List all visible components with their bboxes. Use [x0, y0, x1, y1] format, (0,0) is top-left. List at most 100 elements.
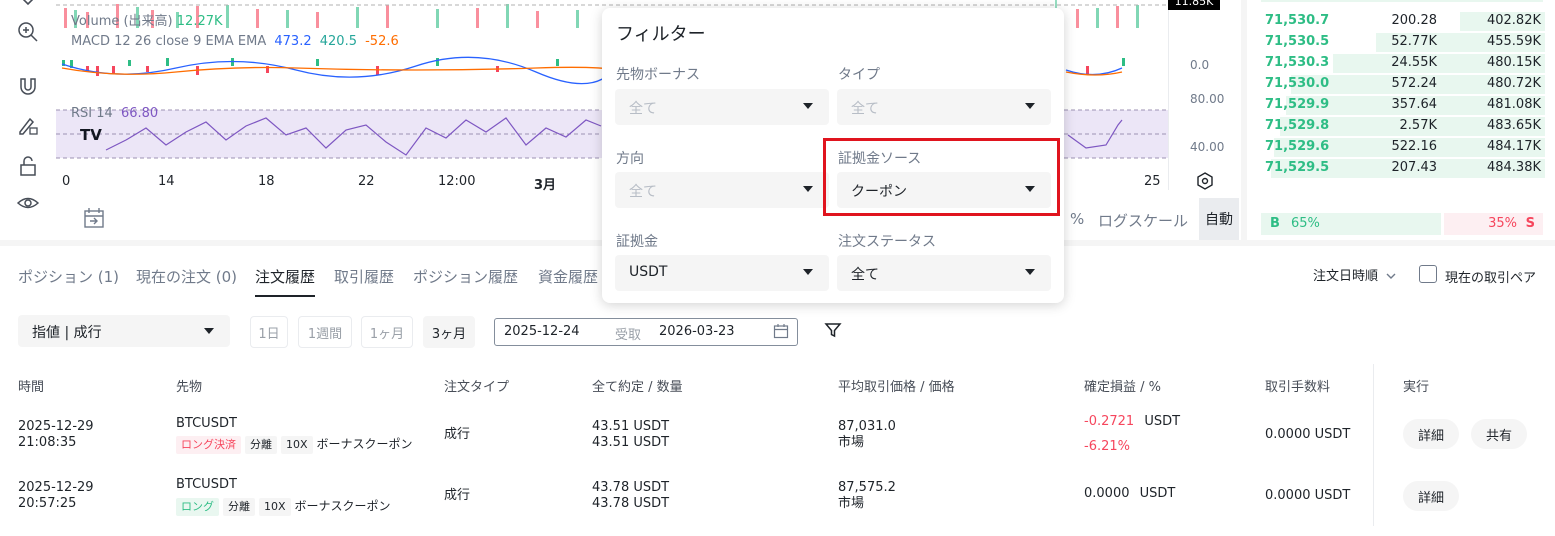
orderbook-row[interactable]: 71,529.8 2.57K 483.65K: [1261, 116, 1555, 137]
goto-date-icon[interactable]: [82, 206, 106, 234]
order-status-select[interactable]: 全て: [837, 255, 1051, 291]
type-label: タイプ: [838, 67, 880, 83]
x-tick: 25: [1144, 174, 1161, 189]
volume-value: 12.27K: [176, 14, 223, 29]
row-price: 市場: [838, 496, 865, 511]
tab-funds-history[interactable]: 資金履歴: [538, 266, 598, 287]
row-pnl: -0.2721: [1084, 414, 1135, 429]
unlock-icon[interactable]: [14, 152, 42, 180]
chevron-down-icon: [1386, 269, 1396, 284]
orderbook-price: 71,530.0: [1265, 76, 1330, 91]
settings-icon[interactable]: [1196, 172, 1214, 194]
buy-pct: 65%: [1291, 216, 1320, 231]
direction-label: 方向: [616, 151, 644, 167]
tab-open-orders[interactable]: 現在の注文 (0): [136, 266, 237, 287]
margin-value: USDT: [629, 264, 668, 280]
share-button[interactable]: 共有: [1471, 419, 1527, 449]
col-header-avg-price: 平均取引価格 / 価格: [838, 380, 955, 395]
caret-down-icon: [1025, 269, 1035, 275]
orderbook-price: 71,529.6: [1265, 139, 1330, 154]
row-avg-price: 87,031.0: [838, 419, 896, 434]
rsi-label: RSI 14 66.80: [71, 106, 158, 121]
detail-button[interactable]: 詳細: [1403, 419, 1459, 449]
buy-ratio-fill: [1261, 213, 1441, 235]
action-column-divider: [1373, 364, 1374, 526]
direction-select[interactable]: 全て: [615, 172, 829, 208]
row-time: 21:08:35: [18, 435, 77, 450]
date-range-picker[interactable]: 2025-12-24 受取 2026-03-23: [494, 318, 798, 346]
log-scale-button[interactable]: ログスケール: [1098, 210, 1188, 231]
chevron-down-icon[interactable]: [14, 0, 42, 16]
tab-positions[interactable]: ポジション (1): [18, 266, 119, 287]
volume-label: Volume (出来高) 12.27K: [71, 10, 223, 29]
row-qty: 43.51 USDT: [592, 435, 670, 450]
orderbook-row[interactable]: 71,529.9 357.64 481.08K: [1261, 95, 1555, 116]
current-pair-checkbox[interactable]: [1419, 265, 1437, 283]
orderbook-amount: 357.64: [1391, 97, 1438, 112]
range-1d-button[interactable]: 1日: [250, 316, 288, 348]
tab-trade-history[interactable]: 取引履歴: [334, 266, 394, 287]
type-select[interactable]: 全て: [837, 89, 1051, 125]
orderbook-row[interactable]: 71,530.0 572.24 480.72K: [1261, 74, 1555, 95]
tab-order-history[interactable]: 注文履歴: [255, 266, 316, 297]
orderbook-row[interactable]: 71,530.7 200.28 402.82K: [1261, 11, 1555, 32]
orderbook-price: 71,529.5: [1265, 160, 1330, 175]
date-from[interactable]: 2025-12-24: [504, 324, 580, 339]
row-pnl-unit: USDT: [1144, 414, 1181, 429]
orderbook-row[interactable]: 71,529.6 522.16 484.17K: [1261, 137, 1555, 158]
futures-bonus-select[interactable]: 全て: [615, 89, 829, 125]
col-header-fee: 取引手数料: [1265, 380, 1331, 395]
detail-button[interactable]: 詳細: [1403, 481, 1459, 511]
y-axis-label: 40.00: [1190, 140, 1225, 154]
filter-icon[interactable]: [824, 321, 842, 343]
order-type-value: 指値 | 成行: [32, 325, 102, 341]
range-1w-button[interactable]: 1週間: [298, 316, 352, 348]
orderbook-amount: 200.28: [1391, 13, 1438, 28]
zoom-in-icon[interactable]: [14, 18, 42, 46]
orderbook-amount: 522.16: [1391, 139, 1438, 154]
range-1m-button[interactable]: 1ヶ月: [361, 316, 413, 348]
orderbook: 71,530.7 200.28 402.82K 71,530.5 52.77K 455.5…: [1247, 0, 1555, 240]
rsi-value: 66.80: [120, 106, 159, 121]
direction-value: 全て: [629, 184, 657, 200]
row-fee: 0.0000 USDT: [1265, 427, 1351, 442]
row-qty: 43.78 USDT: [592, 496, 670, 511]
row-symbol[interactable]: BTCUSDT: [176, 477, 237, 493]
row-tags: ロング 分離 10X ボーナスクーポン: [176, 498, 391, 516]
range-3m-button[interactable]: 3ヶ月: [423, 316, 475, 348]
row-tags: ロング決済 分離 10X ボーナスクーポン: [176, 436, 413, 454]
pencil-lock-icon[interactable]: [14, 112, 42, 140]
row-avg-price: 87,575.2: [838, 480, 896, 495]
eye-icon[interactable]: [14, 190, 42, 218]
volume-marker: 11.85K: [1168, 0, 1220, 10]
macd-value-3: -52.6: [365, 34, 399, 49]
row-fee: 0.0000 USDT: [1265, 488, 1351, 503]
caret-down-icon: [803, 186, 813, 192]
orderbook-price: 71,530.7: [1265, 13, 1330, 28]
orderbook-total: 480.72K: [1486, 76, 1541, 91]
margin-select[interactable]: USDT: [615, 255, 829, 291]
row-time: 20:57:25: [18, 496, 77, 511]
orderbook-total: 484.17K: [1486, 139, 1541, 154]
magnet-icon[interactable]: [14, 72, 42, 100]
buy-label: B: [1270, 216, 1280, 231]
x-tick: 0: [62, 174, 71, 189]
row-filled: 43.51 USDT: [592, 419, 670, 434]
row-symbol[interactable]: BTCUSDT: [176, 416, 237, 432]
date-to[interactable]: 2026-03-23: [659, 324, 735, 339]
auto-scale-button[interactable]: 自動: [1199, 198, 1239, 240]
order-type-select[interactable]: 指値 | 成行: [18, 315, 230, 347]
orderbook-row[interactable]: 71,530.3 24.55K 480.15K: [1261, 53, 1555, 74]
row-price: 市場: [838, 435, 865, 450]
col-header-order-type: 注文タイプ: [444, 380, 510, 395]
orderbook-row[interactable]: 71,530.5 52.77K 455.59K: [1261, 32, 1555, 53]
tab-position-history[interactable]: ポジション履歴: [413, 266, 518, 287]
calendar-icon[interactable]: [773, 323, 789, 343]
orderbook-price: 71,529.9: [1265, 97, 1330, 112]
macd-label-text: MACD 12 26 close 9 EMA EMA: [71, 34, 267, 49]
percent-scale-button[interactable]: %: [1070, 210, 1084, 228]
sort-dropdown[interactable]: 注文日時順: [1313, 265, 1396, 284]
current-pair-label: 現在の取引ペア: [1445, 271, 1537, 286]
orderbook-row[interactable]: 71,529.5 207.43 484.38K: [1261, 158, 1555, 179]
caret-down-icon: [803, 103, 813, 109]
